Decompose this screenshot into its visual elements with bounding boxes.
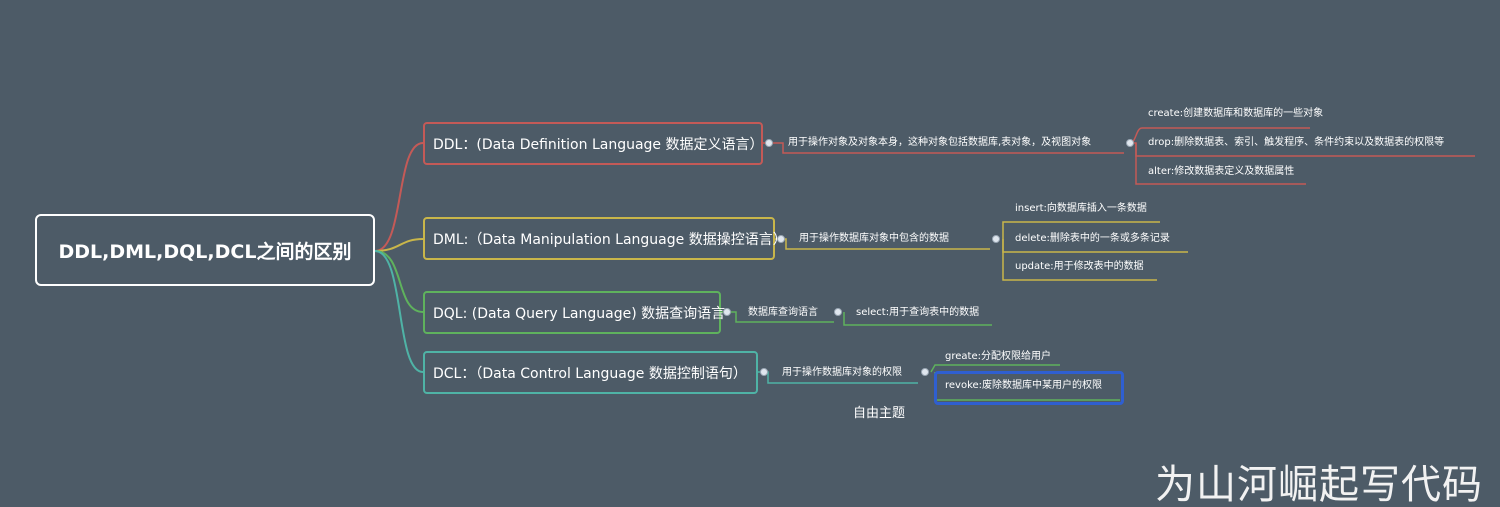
branch-dql[interactable]: DQL: (Data Query Language) 数据查询语言 xyxy=(423,291,725,334)
dql-description[interactable]: 数据库查询语言 xyxy=(748,306,818,320)
ddl-collapse-dot[interactable] xyxy=(765,139,773,147)
root-topic-label: DDL,DML,DQL,DCL之间的区别 xyxy=(58,240,352,263)
free-topic[interactable]: 自由主题 xyxy=(853,402,905,421)
branch-dml[interactable]: DML:（Data Manipulation Language 数据操控语言） xyxy=(423,217,787,260)
branch-ddl-label: DDL：(Data Definition Language 数据定义语言） xyxy=(433,136,764,153)
dml-description[interactable]: 用于操作数据库对象中包含的数据 xyxy=(799,232,949,246)
dql-collapse-dot[interactable] xyxy=(723,308,731,316)
dcl-collapse-dot[interactable] xyxy=(760,368,768,376)
dql-child-select[interactable]: select:用于查询表中的数据 xyxy=(856,306,979,320)
dcl-child-revoke[interactable]: revoke:废除数据库中某用户的权限 xyxy=(945,379,1102,393)
dml-child-insert[interactable]: insert:向数据库插入一条数据 xyxy=(1015,202,1147,216)
ddl-child-alter[interactable]: alter:修改数据表定义及数据属性 xyxy=(1148,165,1294,179)
mindmap-canvas: DDL,DML,DQL,DCL之间的区别 DDL：(Data Definitio… xyxy=(0,0,1500,507)
dql-desc-collapse-dot[interactable] xyxy=(834,308,842,316)
dml-child-update[interactable]: update:用于修改表中的数据 xyxy=(1015,260,1144,274)
dml-collapse-dot[interactable] xyxy=(777,235,785,243)
root-topic[interactable]: DDL,DML,DQL,DCL之间的区别 xyxy=(35,214,375,286)
dcl-desc-collapse-dot[interactable] xyxy=(921,368,929,376)
branch-dcl-label: DCL：（Data Control Language 数据控制语句） xyxy=(433,365,747,382)
branch-dql-label: DQL: (Data Query Language) 数据查询语言 xyxy=(433,305,726,322)
link-root-dql xyxy=(374,250,424,313)
ddl-child-create[interactable]: create:创建数据库和数据库的一些对象 xyxy=(1148,107,1323,121)
link-root-ddl xyxy=(374,142,424,252)
ddl-child-drop[interactable]: drop:删除数据表、索引、触发程序、条件约束以及数据表的权限等 xyxy=(1148,136,1444,150)
link-root-dcl xyxy=(374,250,424,373)
branch-ddl[interactable]: DDL：(Data Definition Language 数据定义语言） xyxy=(423,122,763,165)
ddl-description[interactable]: 用于操作对象及对象本身，这种对象包括数据库,表对象，及视图对象 xyxy=(788,136,1091,150)
watermark-text: 为山河崛起写代码 xyxy=(1155,462,1483,507)
branch-dml-label: DML:（Data Manipulation Language 数据操控语言） xyxy=(433,231,787,248)
link-root-dml xyxy=(374,238,424,252)
dcl-child-greate[interactable]: greate:分配权限给用户 xyxy=(945,350,1051,364)
ddl-desc-collapse-dot[interactable] xyxy=(1126,139,1134,147)
dml-child-delete[interactable]: delete:删除表中的一条或多条记录 xyxy=(1015,232,1170,246)
branch-dcl[interactable]: DCL：（Data Control Language 数据控制语句） xyxy=(423,351,758,394)
dml-desc-collapse-dot[interactable] xyxy=(992,235,1000,243)
dcl-description[interactable]: 用于操作数据库对象的权限 xyxy=(782,366,902,380)
